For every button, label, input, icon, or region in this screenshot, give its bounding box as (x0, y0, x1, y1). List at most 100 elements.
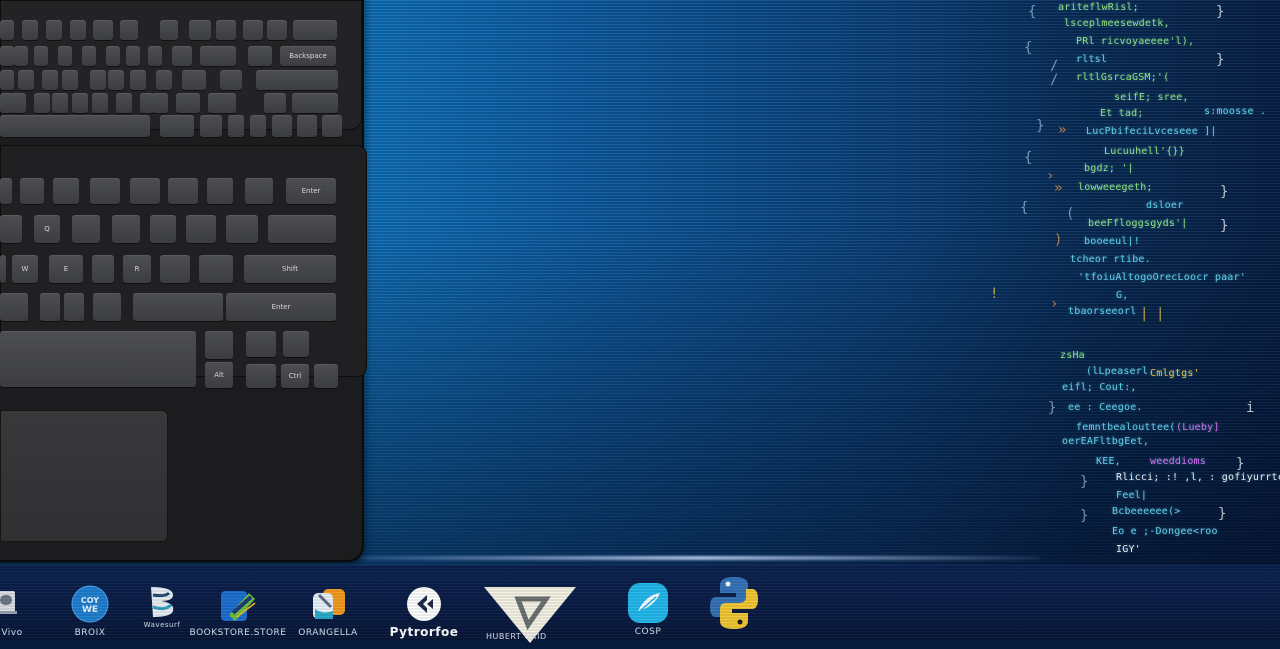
key-r[interactable]: R (123, 255, 151, 283)
keyboard-key[interactable] (22, 20, 38, 40)
keyboard-key[interactable] (72, 93, 88, 113)
keyboard-key[interactable] (14, 46, 28, 66)
dock-app-brox[interactable]: COY WE BROIX (70, 565, 110, 638)
keyboard-key[interactable] (250, 115, 266, 137)
keyboard-key[interactable] (112, 215, 140, 243)
keyboard-key[interactable] (186, 215, 216, 243)
keyboard-key[interactable] (189, 20, 211, 40)
keyboard-key[interactable] (267, 20, 287, 40)
keyboard-key[interactable] (264, 93, 286, 113)
key-ctrl[interactable]: Ctrl (281, 364, 309, 388)
key-e[interactable]: E (49, 255, 83, 283)
dock-app-vivo[interactable]: Vivo (0, 565, 30, 638)
keyboard-key[interactable] (0, 70, 14, 90)
keyboard-key[interactable] (58, 46, 72, 66)
keyboard-key[interactable] (106, 46, 120, 66)
dock-app-python[interactable] (706, 565, 762, 631)
key-backspace[interactable]: Backspace (280, 46, 336, 66)
keyboard-key[interactable] (172, 46, 192, 66)
keyboard-key[interactable] (34, 93, 50, 113)
dock-app-cosp[interactable]: COSP (624, 565, 672, 637)
dock-app-orange[interactable]: ORANGELLA (298, 565, 358, 638)
keyboard-key[interactable] (176, 93, 200, 113)
key-alt[interactable]: Alt (205, 362, 233, 388)
keyboard-key[interactable] (40, 293, 60, 321)
keyboard-key[interactable] (0, 115, 150, 137)
keyboard-key[interactable] (200, 46, 236, 66)
dock-app-bookstore[interactable]: BOOKSTORE.STORE (190, 565, 286, 638)
keyboard-key[interactable] (93, 20, 113, 40)
keyboard-key[interactable] (256, 70, 338, 90)
keyboard-key[interactable] (160, 115, 194, 137)
keyboard-key[interactable] (297, 115, 317, 137)
keyboard-key[interactable] (0, 255, 6, 283)
keyboard-key[interactable] (0, 20, 14, 40)
keyboard-key[interactable] (199, 255, 233, 283)
keyboard-key[interactable] (292, 93, 338, 113)
keyboard-key[interactable] (208, 93, 236, 113)
keyboard-key[interactable] (168, 178, 198, 204)
keyboard-key[interactable] (293, 20, 337, 40)
keyboard-key[interactable] (246, 364, 276, 388)
keyboard-key[interactable] (90, 178, 120, 204)
keyboard-key[interactable] (156, 70, 172, 90)
keyboard-key[interactable] (148, 46, 162, 66)
keyboard-key[interactable] (160, 20, 178, 40)
keyboard-key[interactable] (42, 70, 58, 90)
keyboard-key[interactable] (108, 70, 124, 90)
keyboard-key[interactable] (152, 93, 168, 113)
touchpad[interactable] (0, 410, 168, 542)
keyboard-key[interactable] (130, 178, 160, 204)
keyboard-key[interactable] (243, 20, 263, 40)
key-shift[interactable]: Shift (244, 255, 336, 283)
keyboard-key[interactable] (92, 93, 108, 113)
keyboard-key[interactable] (90, 70, 106, 90)
keyboard-key[interactable] (53, 178, 79, 204)
keyboard-key[interactable] (220, 70, 242, 90)
keyboard-key[interactable] (268, 215, 336, 243)
keyboard-key[interactable] (322, 115, 342, 137)
keyboard-key[interactable] (246, 331, 276, 357)
keyboard-key[interactable] (200, 115, 222, 137)
keyboard-key[interactable] (70, 20, 86, 40)
keyboard-key[interactable] (216, 20, 236, 40)
keyboard-key[interactable] (18, 70, 34, 90)
keyboard-key[interactable] (130, 70, 146, 90)
keyboard-key[interactable] (52, 93, 68, 113)
keyboard-key[interactable] (62, 70, 78, 90)
keyboard-key[interactable] (314, 364, 338, 388)
dock-app-wave[interactable]: Wavesurf (140, 565, 184, 629)
keyboard-key[interactable] (150, 215, 176, 243)
keyboard-key[interactable] (226, 215, 258, 243)
keyboard-key[interactable] (133, 293, 223, 321)
keyboard-key[interactable] (228, 115, 244, 137)
keyboard-key[interactable] (182, 70, 206, 90)
keyboard-key[interactable] (207, 178, 233, 204)
keyboard-key[interactable] (283, 331, 309, 357)
keyboard-key[interactable] (0, 178, 12, 204)
keyboard-key[interactable] (46, 20, 62, 40)
keyboard-key[interactable] (10, 93, 26, 113)
keyboard-key[interactable] (116, 93, 132, 113)
key-enter[interactable]: Enter (226, 293, 336, 321)
keyboard-key[interactable] (20, 178, 44, 204)
key-q[interactable]: Q (34, 215, 60, 243)
keyboard-key[interactable] (120, 20, 138, 40)
keyboard-key[interactable] (82, 46, 96, 66)
keyboard-key[interactable] (272, 115, 292, 137)
key-enter[interactable]: Enter (286, 178, 336, 204)
keyboard-key[interactable] (0, 293, 28, 321)
keyboard-key[interactable] (160, 255, 190, 283)
keyboard-key[interactable] (126, 46, 140, 66)
keyboard-key[interactable] (34, 46, 48, 66)
keyboard-key[interactable] (93, 293, 121, 321)
keyboard-key[interactable] (205, 331, 233, 359)
keyboard-key[interactable] (64, 293, 84, 321)
keyboard-key[interactable] (248, 46, 272, 66)
keyboard-key[interactable] (0, 46, 14, 66)
keyboard-key[interactable] (0, 215, 22, 243)
keyboard-key[interactable] (72, 215, 100, 243)
keyboard-key[interactable] (245, 178, 273, 204)
keyboard-key[interactable] (92, 255, 114, 283)
keyboard-key[interactable] (0, 331, 196, 387)
